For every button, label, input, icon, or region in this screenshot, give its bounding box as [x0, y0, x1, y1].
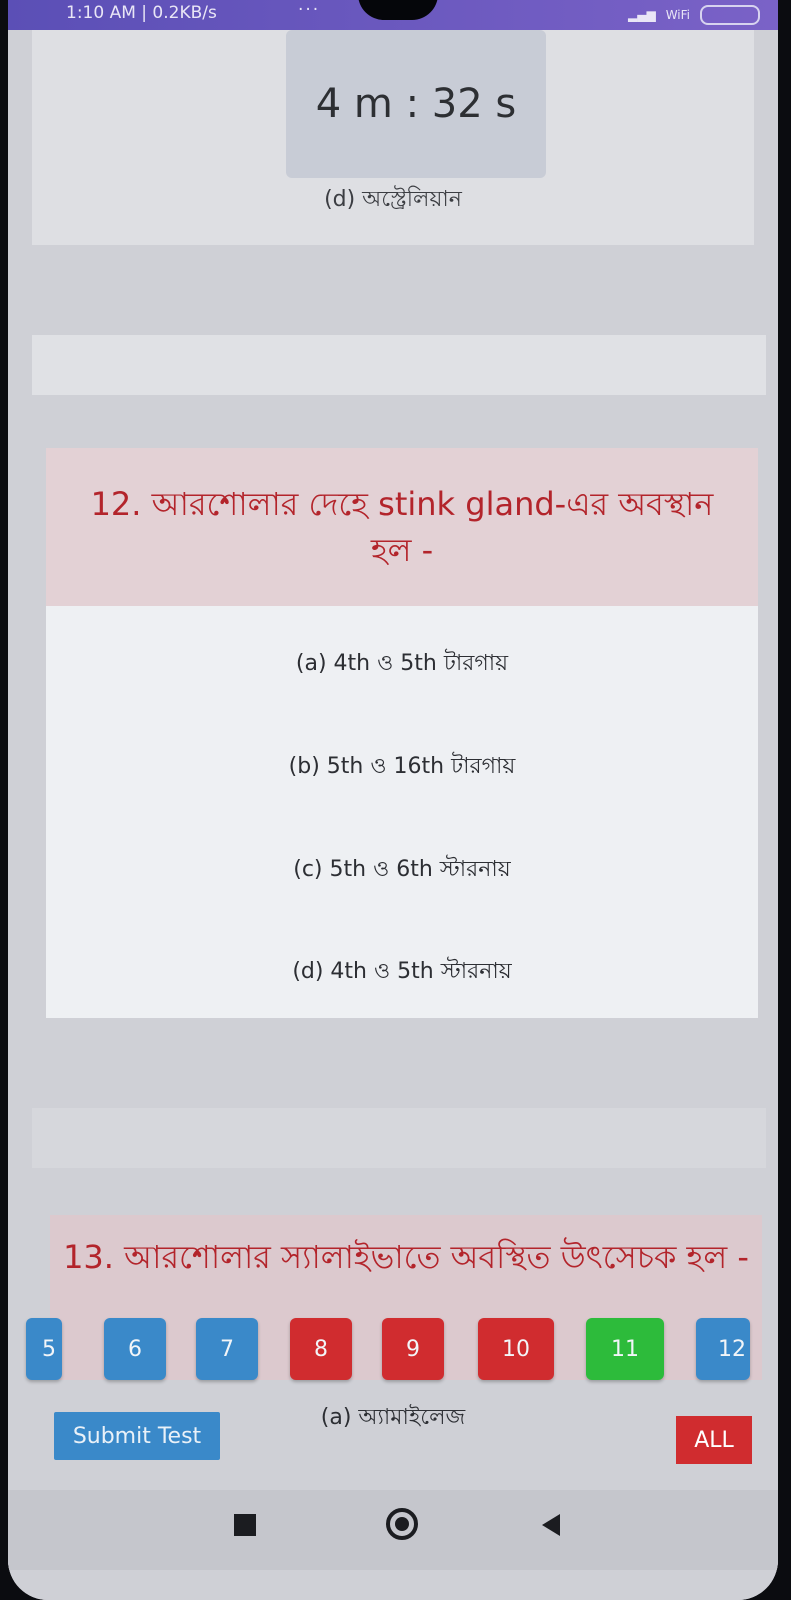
submit-test-button[interactable]: Submit Test	[54, 1412, 220, 1460]
wifi-icon: WiFi	[665, 8, 690, 22]
question-card-12: 12. আরশোলার দেহে stink gland-এর অবস্থান …	[46, 448, 758, 1018]
question-header: 12. আরশোলার দেহে stink gland-এর অবস্থান …	[46, 448, 758, 606]
status-time: 1:10 AM | 0.2KB/s	[66, 3, 217, 23]
option-a[interactable]: (a) 4th ও 5th টারগায়	[46, 646, 758, 683]
question-navigator: 5 6 7 8 9 10 11 12	[8, 1318, 778, 1388]
signal-icon: ▂▄▆	[628, 8, 656, 22]
question-button-9[interactable]: 9	[382, 1318, 444, 1380]
question-title-13: 13. আরশোলার স্যালাইভাতে অবস্থিত উৎসেচক হ…	[63, 1238, 749, 1276]
question-title: 12. আরশোলার দেহে stink gland-এর অবস্থান …	[90, 485, 714, 569]
question-button-12[interactable]: 12	[696, 1318, 750, 1380]
status-dots: ···	[298, 0, 321, 20]
status-bar: 1:10 AM | 0.2KB/s ··· ▂▄▆ WiFi	[8, 0, 778, 30]
back-icon[interactable]	[542, 1514, 560, 1536]
question-button-5[interactable]: 5	[26, 1318, 62, 1380]
question-button-11[interactable]: 11	[586, 1318, 664, 1380]
previous-question-card: 4 m : 32 s (d) অস্ট্রেলিয়ান	[32, 30, 754, 245]
question-button-10[interactable]: 10	[478, 1318, 554, 1380]
all-questions-button[interactable]: ALL	[676, 1416, 752, 1464]
question-button-8[interactable]: 8	[290, 1318, 352, 1380]
option-d[interactable]: (d) 4th ও 5th স্টারনায়	[46, 954, 758, 991]
option-c[interactable]: (c) 5th ও 6th স্টারনায়	[46, 852, 758, 889]
recents-icon[interactable]	[234, 1514, 256, 1536]
battery-icon	[700, 5, 760, 25]
previous-option-d[interactable]: (d) অস্ট্রেলিয়ান	[32, 182, 754, 219]
option-b[interactable]: (b) 5th ও 16th টারগায়	[46, 749, 758, 786]
phone-screen: 1:10 AM | 0.2KB/s ··· ▂▄▆ WiFi 4 m : 32 …	[8, 0, 778, 1600]
status-icons: ▂▄▆ WiFi	[628, 5, 760, 25]
separator	[32, 335, 766, 395]
question-button-7[interactable]: 7	[196, 1318, 258, 1380]
camera-notch	[358, 0, 438, 20]
countdown-timer: 4 m : 32 s	[286, 30, 546, 178]
separator	[32, 1108, 766, 1168]
home-icon[interactable]	[386, 1508, 418, 1540]
question-button-6[interactable]: 6	[104, 1318, 166, 1380]
options-list: (a) 4th ও 5th টারগায় (b) 5th ও 16th টার…	[46, 606, 758, 1018]
